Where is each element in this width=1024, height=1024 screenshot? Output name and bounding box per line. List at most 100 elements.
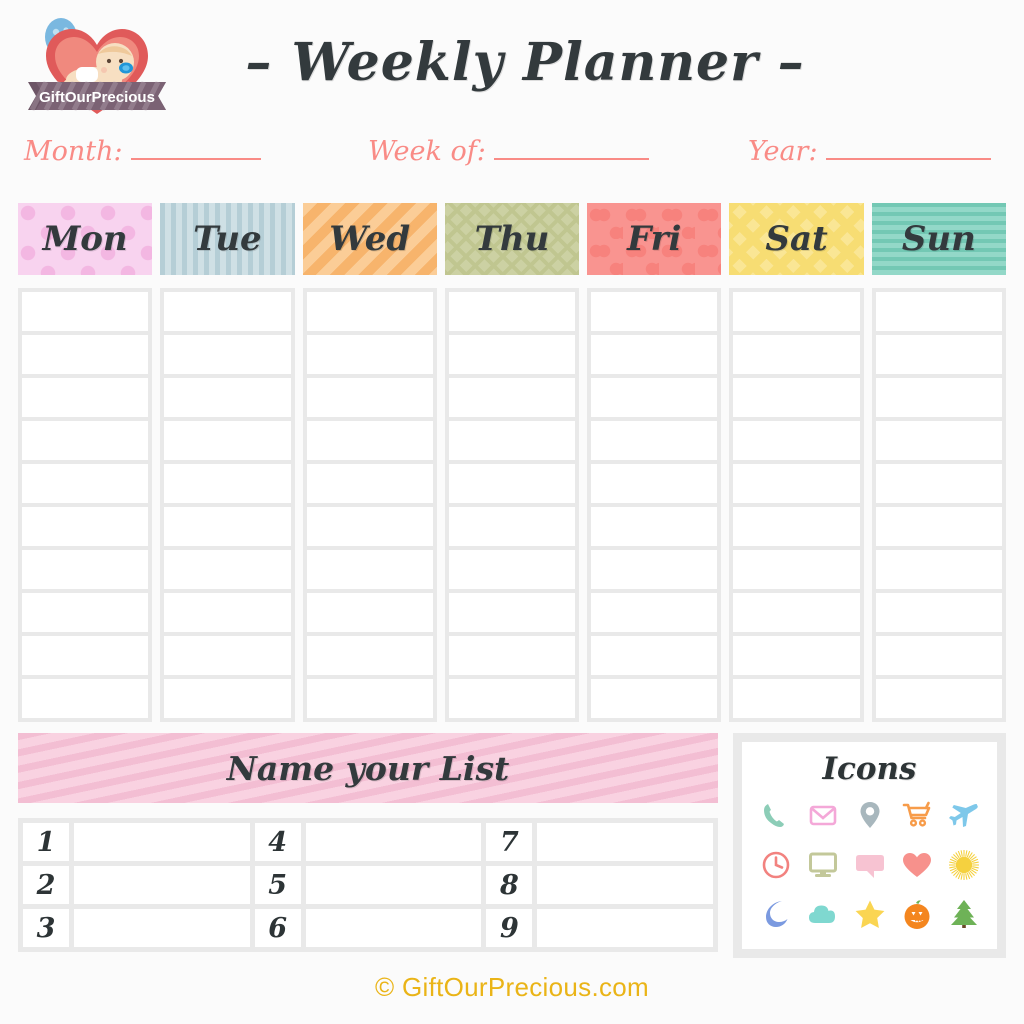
day-cell[interactable]	[875, 421, 1002, 460]
day-cell[interactable]	[22, 636, 149, 675]
day-cell[interactable]	[591, 421, 718, 460]
day-cell[interactable]	[591, 636, 718, 675]
day-cell[interactable]	[875, 464, 1002, 503]
day-cell[interactable]	[448, 335, 576, 374]
heart-icon[interactable]	[900, 848, 934, 882]
tree-icon[interactable]	[947, 897, 981, 931]
day-cell[interactable]	[591, 464, 718, 503]
day-cell[interactable]	[591, 378, 718, 417]
day-cell[interactable]	[22, 292, 149, 331]
day-cell[interactable]	[591, 292, 718, 331]
list-item-input[interactable]	[305, 866, 482, 904]
day-cell[interactable]	[448, 378, 576, 417]
day-cell[interactable]	[306, 550, 433, 589]
day-cell[interactable]	[164, 679, 291, 718]
list-item-input[interactable]	[305, 909, 482, 947]
day-cell[interactable]	[22, 507, 149, 546]
list-item-input[interactable]	[537, 866, 714, 904]
pumpkin-icon[interactable]	[900, 897, 934, 931]
day-cell[interactable]	[306, 636, 433, 675]
list-item-input[interactable]	[74, 823, 250, 861]
day-cell[interactable]	[306, 421, 433, 460]
day-cell[interactable]	[306, 464, 433, 503]
day-cell[interactable]	[733, 421, 860, 460]
moon-icon[interactable]	[759, 897, 793, 931]
day-cell[interactable]	[22, 335, 149, 374]
day-cell[interactable]	[306, 507, 433, 546]
day-header-wed[interactable]: Wed	[302, 203, 437, 275]
day-cell[interactable]	[164, 292, 291, 331]
day-cell[interactable]	[164, 636, 291, 675]
phone-icon[interactable]	[759, 798, 793, 832]
list-item-input[interactable]	[537, 823, 714, 861]
month-field-line[interactable]	[130, 138, 261, 160]
day-cell[interactable]	[591, 593, 718, 632]
day-cell[interactable]	[733, 507, 860, 546]
day-header-tue[interactable]: Tue	[160, 203, 295, 275]
day-cell[interactable]	[164, 550, 291, 589]
day-cell[interactable]	[164, 421, 291, 460]
day-cell[interactable]	[448, 679, 576, 718]
day-cell[interactable]	[875, 292, 1002, 331]
monitor-icon[interactable]	[806, 848, 840, 882]
day-cell[interactable]	[875, 335, 1002, 374]
airplane-icon[interactable]	[947, 798, 981, 832]
day-cell[interactable]	[306, 679, 433, 718]
day-cell[interactable]	[448, 636, 576, 675]
list-item-input[interactable]	[74, 909, 250, 947]
day-cell[interactable]	[306, 593, 433, 632]
month-field[interactable]: Month:	[24, 136, 261, 167]
day-header-sat[interactable]: Sat	[729, 203, 864, 275]
day-header-mon[interactable]: Mon	[18, 203, 153, 275]
day-cell[interactable]	[448, 593, 576, 632]
day-cell[interactable]	[875, 679, 1002, 718]
clock-icon[interactable]	[759, 848, 793, 882]
year-field[interactable]: Year:	[748, 136, 991, 167]
day-cell[interactable]	[22, 679, 149, 718]
day-cell[interactable]	[733, 464, 860, 503]
day-cell[interactable]	[22, 593, 149, 632]
day-cell[interactable]	[591, 507, 718, 546]
day-cell[interactable]	[164, 593, 291, 632]
shopping-cart-icon[interactable]	[900, 798, 934, 832]
day-header-thu[interactable]: Thu	[444, 203, 580, 275]
envelope-icon[interactable]	[806, 798, 840, 832]
day-cell[interactable]	[733, 550, 860, 589]
day-cell[interactable]	[164, 335, 291, 374]
day-header-sun[interactable]: Sun	[871, 203, 1006, 275]
day-cell[interactable]	[306, 292, 433, 331]
day-cell[interactable]	[22, 378, 149, 417]
day-cell[interactable]	[448, 507, 576, 546]
day-cell[interactable]	[164, 378, 291, 417]
week-of-field-line[interactable]	[493, 138, 649, 160]
location-pin-icon[interactable]	[853, 798, 887, 832]
day-cell[interactable]	[448, 464, 576, 503]
sun-icon[interactable]	[947, 848, 981, 882]
day-cell[interactable]	[733, 335, 860, 374]
list-item-input[interactable]	[537, 909, 714, 947]
day-cell[interactable]	[448, 550, 576, 589]
star-icon[interactable]	[853, 897, 887, 931]
day-cell[interactable]	[22, 421, 149, 460]
day-cell[interactable]	[733, 679, 860, 718]
day-cell[interactable]	[164, 507, 291, 546]
day-cell[interactable]	[875, 507, 1002, 546]
day-cell[interactable]	[591, 550, 718, 589]
day-cell[interactable]	[448, 421, 576, 460]
year-field-line[interactable]	[825, 138, 991, 160]
day-cell[interactable]	[448, 292, 576, 331]
week-of-field[interactable]: Week of:	[368, 136, 649, 167]
day-cell[interactable]	[22, 550, 149, 589]
day-cell[interactable]	[875, 378, 1002, 417]
day-header-fri[interactable]: Fri	[587, 203, 722, 275]
list-item-input[interactable]	[74, 866, 250, 904]
day-cell[interactable]	[164, 464, 291, 503]
day-cell[interactable]	[875, 636, 1002, 675]
day-cell[interactable]	[591, 679, 718, 718]
day-cell[interactable]	[875, 550, 1002, 589]
day-cell[interactable]	[306, 335, 433, 374]
day-cell[interactable]	[306, 378, 433, 417]
day-cell[interactable]	[733, 636, 860, 675]
day-cell[interactable]	[733, 593, 860, 632]
day-cell[interactable]	[875, 593, 1002, 632]
